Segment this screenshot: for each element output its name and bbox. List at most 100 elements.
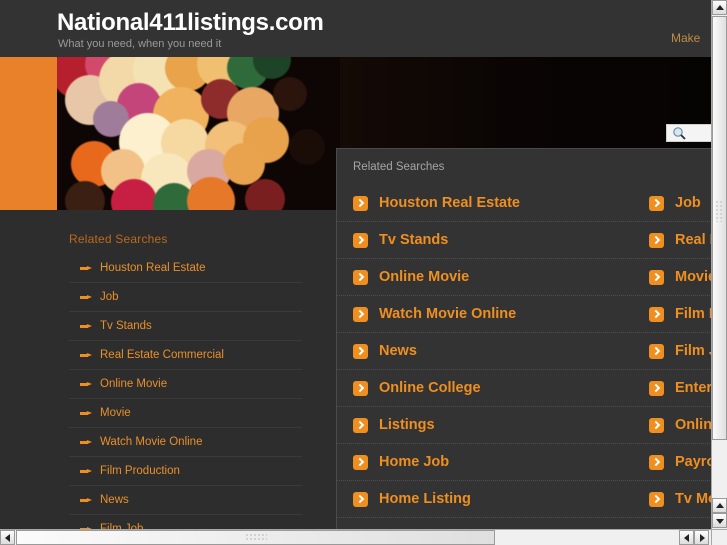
overlay-link-houston-real-estate[interactable]: Houston Real Estate <box>353 185 649 221</box>
sidebar-item-label: Tv Stands <box>100 320 152 332</box>
arrow-bullet-icon <box>80 353 93 358</box>
overlay-link-label: Enterta <box>675 380 711 396</box>
triangle-right-icon <box>700 534 705 542</box>
arrow-bullet-icon <box>80 440 93 445</box>
chevron-right-icon <box>649 455 664 470</box>
scroll-right-button[interactable] <box>694 530 709 545</box>
sidebar-item-job[interactable]: Job <box>69 283 302 312</box>
overlay-link-label: Film Pr <box>675 306 711 322</box>
triangle-up-icon <box>716 5 724 10</box>
scroll-down-button[interactable] <box>712 513 727 528</box>
chevron-right-icon <box>649 492 664 507</box>
arrow-bullet-icon <box>80 295 93 300</box>
arrow-bullet-icon <box>80 382 93 387</box>
arrow-bullet-icon <box>80 266 93 271</box>
overlay-row: Houston Real Estate Job <box>337 185 711 222</box>
overlay-rows: Houston Real Estate Job Tv Stands Real E <box>337 185 711 533</box>
overlay-link-label: Film Jo <box>675 343 711 359</box>
overlay-link-film-job[interactable]: Film Jo <box>649 333 711 369</box>
sidebar-item-label: Houston Real Estate <box>100 262 205 274</box>
vertical-scroll-thumb[interactable] <box>712 16 727 440</box>
banner-orange-block <box>0 57 57 210</box>
overlay-link-label: Listings <box>379 417 435 433</box>
overlay-link-job[interactable]: Job <box>649 185 711 221</box>
overlay-link-label: Payroll <box>675 454 711 470</box>
overlay-link-label: Job <box>675 195 701 211</box>
sidebar-item-label: Film Production <box>100 465 180 477</box>
site-title: National411listings.com <box>57 9 324 37</box>
chevron-right-icon <box>353 196 368 211</box>
banner-bokeh-image <box>57 57 340 210</box>
chevron-right-icon <box>353 492 368 507</box>
browser-viewport: National411listings.com What you need, w… <box>0 0 727 545</box>
scroll-grip <box>715 200 724 222</box>
sidebar-item-tv-stands[interactable]: Tv Stands <box>69 312 302 341</box>
chevron-right-icon <box>649 270 664 285</box>
scroll-left-button-secondary[interactable] <box>679 530 694 545</box>
chevron-right-icon <box>649 307 664 322</box>
overlay-link-label: Online <box>675 417 711 433</box>
sidebar-list: Houston Real Estate Job Tv Stands Real E… <box>69 254 302 533</box>
sidebar-heading: Related Searches <box>69 232 168 246</box>
overlay-row: News Film Jo <box>337 333 711 370</box>
sidebar-item-online-movie[interactable]: Online Movie <box>69 370 302 399</box>
triangle-up-icon <box>716 503 724 508</box>
overlay-link-label: News <box>379 343 417 359</box>
overlay-link-film-production[interactable]: Film Pr <box>649 296 711 332</box>
overlay-heading: Related Searches <box>353 161 444 173</box>
sidebar-item-news[interactable]: News <box>69 486 302 515</box>
overlay-link-watch-movie-online[interactable]: Watch Movie Online <box>353 296 649 332</box>
sidebar-item-label: Watch Movie Online <box>100 436 202 448</box>
site-header: National411listings.com What you need, w… <box>0 0 711 57</box>
arrow-bullet-icon <box>80 411 93 416</box>
sidebar-item-houston-real-estate[interactable]: Houston Real Estate <box>69 254 302 283</box>
overlay-row: Watch Movie Online Film Pr <box>337 296 711 333</box>
chevron-right-icon <box>649 418 664 433</box>
chevron-right-icon <box>649 381 664 396</box>
overlay-link-tv-movie[interactable]: Tv Mov <box>649 481 711 517</box>
overlay-link-label: Online Movie <box>379 269 469 285</box>
chevron-right-icon <box>353 307 368 322</box>
triangle-left-icon <box>684 534 689 542</box>
scroll-down-button-upper[interactable] <box>712 498 727 513</box>
chevron-right-icon <box>353 270 368 285</box>
sidebar-item-real-estate-commercial[interactable]: Real Estate Commercial <box>69 341 302 370</box>
vertical-scrollbar[interactable] <box>711 0 727 545</box>
header-nav-link[interactable]: Make <box>671 31 711 45</box>
site-tagline: What you need, when you need it <box>58 38 221 50</box>
overlay-link-label: Online College <box>379 380 481 396</box>
sidebar-item-label: News <box>100 494 129 506</box>
overlay-link-label: Home Listing <box>379 491 471 507</box>
triangle-down-icon <box>716 519 724 524</box>
overlay-link-online[interactable]: Online <box>649 407 711 443</box>
overlay-link-label: Real Es <box>675 232 711 248</box>
horizontal-scrollbar[interactable] <box>0 529 711 545</box>
overlay-link-label: Watch Movie Online <box>379 306 516 322</box>
overlay-link-online-movie[interactable]: Online Movie <box>353 259 649 295</box>
overlay-link-home-listing[interactable]: Home Listing <box>353 481 649 517</box>
overlay-row: Tv Stands Real Es <box>337 222 711 259</box>
overlay-link-online-college[interactable]: Online College <box>353 370 649 406</box>
scroll-up-button[interactable] <box>712 0 727 15</box>
overlay-link-home-job[interactable]: Home Job <box>353 444 649 480</box>
sidebar-item-film-production[interactable]: Film Production <box>69 457 302 486</box>
overlay-link-news[interactable]: News <box>353 333 649 369</box>
arrow-bullet-icon <box>80 498 93 503</box>
sidebar-item-movie[interactable]: Movie <box>69 399 302 428</box>
scroll-grip <box>245 533 267 542</box>
overlay-link-movie[interactable]: Movie <box>649 259 711 295</box>
overlay-link-listings[interactable]: Listings <box>353 407 649 443</box>
overlay-link-payroll[interactable]: Payroll <box>649 444 711 480</box>
sidebar-item-label: Real Estate Commercial <box>100 349 224 361</box>
related-searches-overlay: Related Searches Houston Real Estate Job <box>336 148 711 533</box>
overlay-link-entertainment[interactable]: Enterta <box>649 370 711 406</box>
arrow-bullet-icon <box>80 324 93 329</box>
overlay-link-tv-stands[interactable]: Tv Stands <box>353 222 649 258</box>
overlay-row: Listings Online <box>337 407 711 444</box>
chevron-right-icon <box>353 344 368 359</box>
sidebar-item-watch-movie-online[interactable]: Watch Movie Online <box>69 428 302 457</box>
sidebar-item-label: Job <box>100 291 119 303</box>
scrollbar-corner <box>711 529 727 545</box>
scroll-left-button[interactable] <box>0 530 15 545</box>
overlay-link-real-estate[interactable]: Real Es <box>649 222 711 258</box>
